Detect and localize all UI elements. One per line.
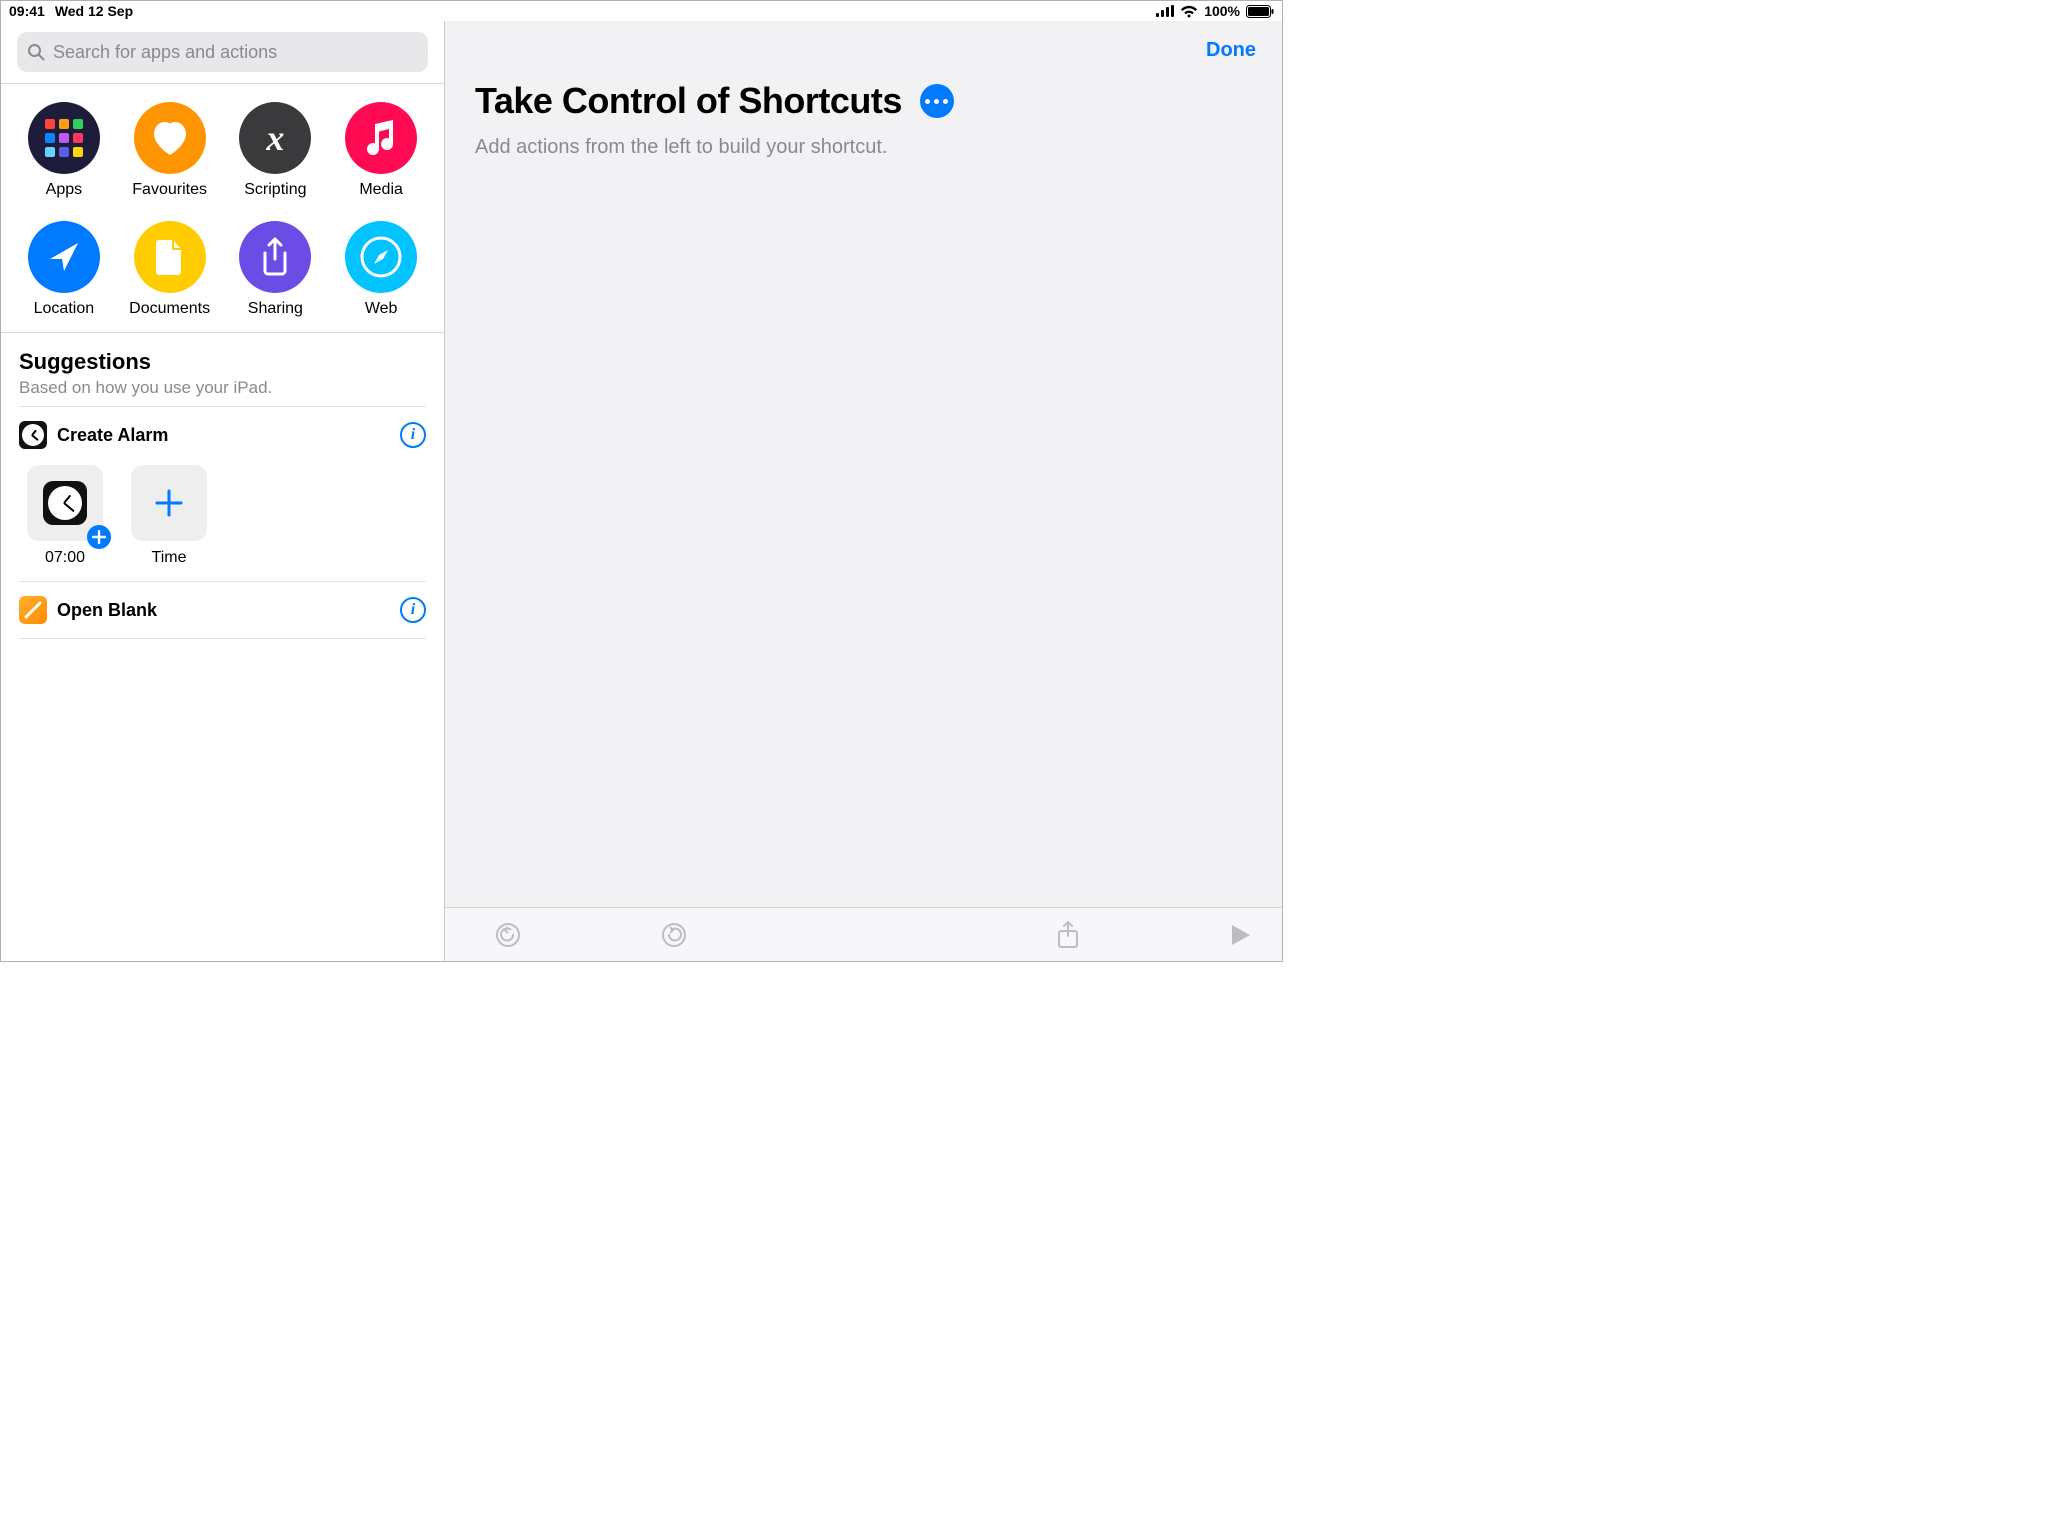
alarm-preset-card[interactable]: 07:00 <box>27 465 103 567</box>
more-options-button[interactable] <box>920 84 954 118</box>
editor-placeholder: Add actions from the left to build your … <box>445 130 1282 165</box>
battery-percent: 100% <box>1204 3 1240 19</box>
location-arrow-icon <box>28 221 100 293</box>
category-label: Scripting <box>244 181 306 199</box>
cellular-signal-icon <box>1156 5 1174 17</box>
plus-icon <box>154 488 184 518</box>
music-note-icon <box>345 102 417 174</box>
status-bar: 09:41 Wed 12 Sep 100% <box>1 1 1282 21</box>
share-icon <box>239 221 311 293</box>
safari-icon <box>345 221 417 293</box>
suggestion-create-alarm: Create Alarm i 07:00 <box>19 406 426 581</box>
category-sharing[interactable]: Sharing <box>223 221 329 318</box>
suggestions-section: Suggestions Based on how you use your iP… <box>1 332 444 406</box>
category-apps[interactable]: Apps <box>11 102 117 199</box>
alarm-custom-card[interactable]: Time <box>131 465 207 567</box>
search-icon <box>27 43 45 61</box>
search-input[interactable] <box>53 42 418 63</box>
info-button[interactable]: i <box>400 597 426 623</box>
wifi-icon <box>1180 5 1198 18</box>
suggestion-open-blank[interactable]: Open Blank i <box>19 581 426 639</box>
document-icon <box>134 221 206 293</box>
status-time: 09:41 <box>9 3 45 19</box>
actions-sidebar: Apps Favourites x Scripting Media <box>1 21 445 961</box>
category-documents[interactable]: Documents <box>117 221 223 318</box>
suggestion-title: Create Alarm <box>57 425 390 446</box>
pages-icon <box>19 596 47 624</box>
suggestions-title: Suggestions <box>19 349 426 375</box>
share-button[interactable] <box>1056 920 1080 950</box>
suggestion-title: Open Blank <box>57 600 390 621</box>
custom-label: Time <box>152 549 187 567</box>
category-web[interactable]: Web <box>328 221 434 318</box>
clock-icon <box>19 421 47 449</box>
undo-button[interactable] <box>495 922 521 948</box>
done-button[interactable]: Done <box>1206 39 1256 62</box>
redo-button[interactable] <box>661 922 687 948</box>
category-label: Favourites <box>132 181 207 199</box>
status-date: Wed 12 Sep <box>55 3 133 19</box>
add-badge-icon <box>87 525 111 549</box>
category-grid: Apps Favourites x Scripting Media <box>1 83 444 332</box>
shortcut-editor: Done Take Control of Shortcuts Add actio… <box>445 21 1282 961</box>
search-field[interactable] <box>17 32 428 72</box>
info-button[interactable]: i <box>400 422 426 448</box>
suggestions-subtitle: Based on how you use your iPad. <box>19 378 426 398</box>
heart-icon <box>134 102 206 174</box>
category-label: Web <box>365 300 398 318</box>
editor-toolbar <box>445 907 1282 961</box>
category-media[interactable]: Media <box>328 102 434 199</box>
category-label: Media <box>359 181 403 199</box>
battery-icon <box>1246 5 1274 18</box>
category-label: Apps <box>46 181 82 199</box>
category-location[interactable]: Location <box>11 221 117 318</box>
shortcut-title[interactable]: Take Control of Shortcuts <box>475 80 902 122</box>
category-label: Documents <box>129 300 210 318</box>
category-favourites[interactable]: Favourites <box>117 102 223 199</box>
category-label: Sharing <box>248 300 303 318</box>
category-label: Location <box>34 300 95 318</box>
clock-app-icon <box>43 481 87 525</box>
variable-icon: x <box>239 102 311 174</box>
apps-icon <box>28 102 100 174</box>
preset-label: 07:00 <box>45 549 85 567</box>
run-button[interactable] <box>1230 923 1252 947</box>
category-scripting[interactable]: x Scripting <box>223 102 329 199</box>
